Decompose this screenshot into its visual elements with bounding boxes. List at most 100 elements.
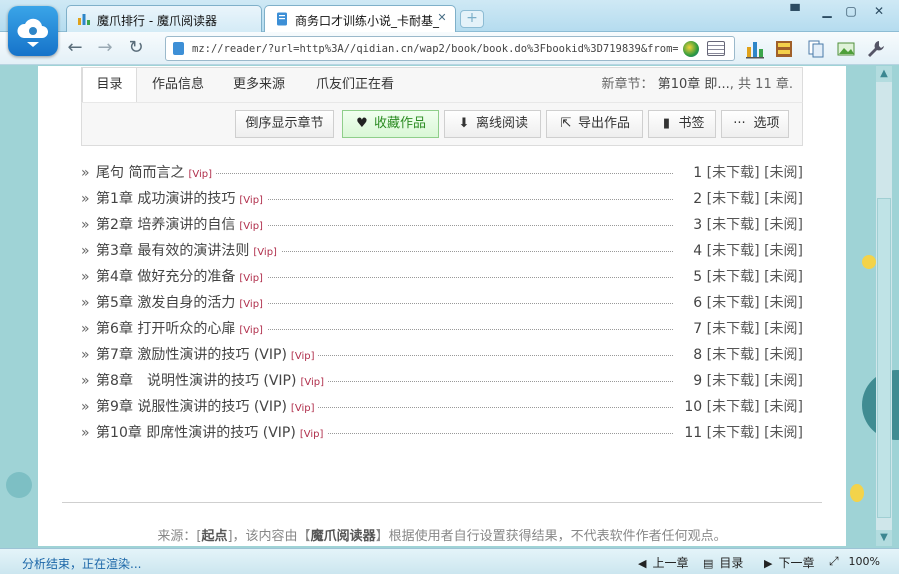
- tab-ranking[interactable]: 魔爪排行 - 魔爪阅读器: [66, 5, 262, 32]
- download-status[interactable]: [未下载]: [707, 425, 760, 441]
- bookshelf-icon[interactable]: [774, 39, 794, 59]
- latest-label: 新章节：: [601, 77, 654, 92]
- export-button[interactable]: ⇱ 导出作品: [546, 110, 643, 138]
- favorite-button[interactable]: ♥ 收藏作品: [342, 110, 439, 138]
- chapter-title[interactable]: 第4章 做好充分的准备: [96, 269, 235, 285]
- wrench-icon[interactable]: [866, 39, 886, 59]
- chapter-row[interactable]: » 第5章 激发自身的活力 [Vip] 6 [未下载] [未阅]: [81, 289, 803, 315]
- tab-toc[interactable]: 目录: [82, 68, 137, 104]
- download-status[interactable]: [未下载]: [707, 165, 760, 181]
- read-status: [未阅]: [764, 321, 803, 337]
- chapter-title[interactable]: 尾句 简而言之: [96, 165, 184, 181]
- options-button[interactable]: ··· 选项: [721, 110, 789, 138]
- image-icon[interactable]: [836, 39, 856, 59]
- chapter-title[interactable]: 第1章 成功演讲的技巧: [96, 191, 235, 207]
- download-status[interactable]: [未下载]: [707, 243, 760, 259]
- chapter-title-group[interactable]: » 第4章 做好充分的准备 [Vip]: [81, 266, 267, 286]
- bookmark-button[interactable]: ▮ 书签: [648, 110, 716, 138]
- chapter-title-group[interactable]: » 第9章 说服性演讲的技巧 (VIP) [Vip]: [81, 396, 319, 416]
- chapter-title-group[interactable]: » 尾句 简而言之 [Vip]: [81, 162, 217, 182]
- chapter-title-group[interactable]: » 第3章 最有效的演讲法则 [Vip]: [81, 240, 281, 260]
- chapter-meta: 11 [未下载] [未阅]: [678, 422, 803, 442]
- button-label: 上一章: [652, 556, 689, 570]
- chapter-title[interactable]: 第3章 最有效的演讲法则: [96, 243, 249, 259]
- scroll-thumb[interactable]: [877, 198, 891, 518]
- tab-title: 商务口才训练小说_卡耐基_: [295, 14, 440, 28]
- vertical-scrollbar[interactable]: ▲ ▼: [876, 66, 892, 546]
- chapter-title[interactable]: 第2章 培养演讲的自信: [96, 217, 235, 233]
- address-input[interactable]: [192, 40, 678, 57]
- chapter-row[interactable]: » 第2章 培养演讲的自信 [Vip] 3 [未下载] [未阅]: [81, 211, 803, 237]
- chapter-title-group[interactable]: » 第8章 说明性演讲的技巧 (VIP) [Vip]: [81, 370, 329, 390]
- next-chapter-button[interactable]: ▶ 下一章: [764, 554, 814, 571]
- tab-friends-reading[interactable]: 爪友们正在看: [300, 68, 410, 103]
- chapter-title[interactable]: 第9章 说服性演讲的技巧 (VIP): [96, 399, 287, 415]
- chapter-bullet-icon: »: [81, 321, 90, 337]
- chapter-row[interactable]: » 第8章 说明性演讲的技巧 (VIP) [Vip] 9 [未下载] [未阅]: [81, 367, 803, 393]
- app-logo[interactable]: [8, 6, 58, 56]
- chapter-meta: 1 [未下载] [未阅]: [687, 162, 803, 182]
- prev-chapter-button[interactable]: ◀ 上一章: [638, 554, 688, 571]
- chapter-title[interactable]: 第10章 即席性演讲的技巧 (VIP): [96, 425, 296, 441]
- chapter-title-group[interactable]: » 第10章 即席性演讲的技巧 (VIP) [Vip]: [81, 422, 328, 442]
- chapter-row[interactable]: » 第7章 激励性演讲的技巧 (VIP) [Vip] 8 [未下载] [未阅]: [81, 341, 803, 367]
- latest-chapter-info: 新章节： 第10章 即..., 共 11 章.: [602, 68, 793, 102]
- scroll-up-icon[interactable]: ▲: [876, 66, 892, 82]
- chapter-row[interactable]: » 尾句 简而言之 [Vip] 1 [未下载] [未阅]: [81, 159, 803, 185]
- chapter-title[interactable]: 第5章 激发自身的活力: [96, 295, 235, 311]
- zoom-level[interactable]: 100%: [849, 555, 880, 568]
- download-status[interactable]: [未下载]: [707, 373, 760, 389]
- resize-icon[interactable]: ⤢: [829, 554, 839, 569]
- close-window-icon[interactable]: ✕: [868, 3, 890, 19]
- chapter-title[interactable]: 第8章 说明性演讲的技巧 (VIP): [96, 373, 296, 389]
- toc-button[interactable]: ▤ 目录: [703, 554, 743, 571]
- scroll-down-icon[interactable]: ▼: [876, 530, 892, 546]
- tab-book-info[interactable]: 作品信息: [138, 68, 218, 103]
- chapter-title[interactable]: 第7章 激励性演讲的技巧 (VIP): [96, 347, 287, 363]
- reader-mode-icon[interactable]: [707, 41, 725, 56]
- download-icon: ⬇: [458, 116, 470, 131]
- chapter-title-group[interactable]: » 第6章 打开听众的心扉 [Vip]: [81, 318, 267, 338]
- maximize-icon[interactable]: ▢: [840, 3, 862, 19]
- copy-pages-icon[interactable]: [806, 39, 826, 59]
- download-status[interactable]: [未下载]: [707, 269, 760, 285]
- read-status: [未阅]: [764, 243, 803, 259]
- reload-button[interactable]: ↻: [125, 37, 147, 59]
- tab-more-sources[interactable]: 更多来源: [219, 68, 299, 103]
- download-status[interactable]: [未下载]: [707, 347, 760, 363]
- chapter-row[interactable]: » 第6章 打开听众的心扉 [Vip] 7 [未下载] [未阅]: [81, 315, 803, 341]
- download-status[interactable]: [未下载]: [707, 321, 760, 337]
- ranking-chart-icon[interactable]: [745, 39, 765, 59]
- chapter-title-group[interactable]: » 第5章 激发自身的活力 [Vip]: [81, 292, 267, 312]
- chapter-row[interactable]: » 第1章 成功演讲的技巧 [Vip] 2 [未下载] [未阅]: [81, 185, 803, 211]
- latest-chapter-link[interactable]: 第10章 即...: [658, 77, 730, 92]
- back-button[interactable]: ←: [64, 37, 86, 59]
- chapter-row[interactable]: » 第9章 说服性演讲的技巧 (VIP) [Vip] 10 [未下载] [未阅]: [81, 393, 803, 419]
- pin-icon[interactable]: ▀: [784, 3, 806, 19]
- new-tab-button[interactable]: +: [460, 10, 484, 28]
- chapter-row[interactable]: » 第4章 做好充分的准备 [Vip] 5 [未下载] [未阅]: [81, 263, 803, 289]
- tab-book[interactable]: 商务口才训练小说_卡耐基_ ✕: [264, 5, 456, 33]
- chapter-row[interactable]: » 第3章 最有效的演讲法则 [Vip] 4 [未下载] [未阅]: [81, 237, 803, 263]
- action-bar: 倒序显示章节 ♥ 收藏作品 ⬇ 离线阅读 ⇱ 导出作品 ▮ 书签 ··· 选项: [81, 102, 803, 146]
- chapter-title[interactable]: 第6章 打开听众的心扉: [96, 321, 235, 337]
- chapter-title-group[interactable]: » 第2章 培养演讲的自信 [Vip]: [81, 214, 267, 234]
- source-link[interactable]: 起点: [201, 529, 227, 544]
- minimize-icon[interactable]: ▁: [816, 3, 838, 19]
- reverse-order-button[interactable]: 倒序显示章节: [235, 110, 334, 138]
- chapter-title-group[interactable]: » 第7章 激励性演讲的技巧 (VIP) [Vip]: [81, 344, 319, 364]
- chapter-title-group[interactable]: » 第1章 成功演讲的技巧 [Vip]: [81, 188, 267, 208]
- offline-read-button[interactable]: ⬇ 离线阅读: [444, 110, 541, 138]
- download-status[interactable]: [未下载]: [707, 399, 760, 415]
- download-status[interactable]: [未下载]: [707, 191, 760, 207]
- close-icon[interactable]: ✕: [435, 11, 449, 25]
- address-bar[interactable]: [165, 36, 735, 61]
- globe-icon[interactable]: [683, 41, 699, 57]
- button-label: 倒序显示章节: [245, 116, 324, 131]
- chapter-number: 10: [684, 399, 703, 415]
- download-status[interactable]: [未下载]: [707, 295, 760, 311]
- download-status[interactable]: [未下载]: [707, 217, 760, 233]
- forward-button[interactable]: →: [94, 37, 116, 59]
- chapter-number: 4: [693, 243, 703, 259]
- chapter-row[interactable]: » 第10章 即席性演讲的技巧 (VIP) [Vip] 11 [未下载] [未阅]: [81, 419, 803, 445]
